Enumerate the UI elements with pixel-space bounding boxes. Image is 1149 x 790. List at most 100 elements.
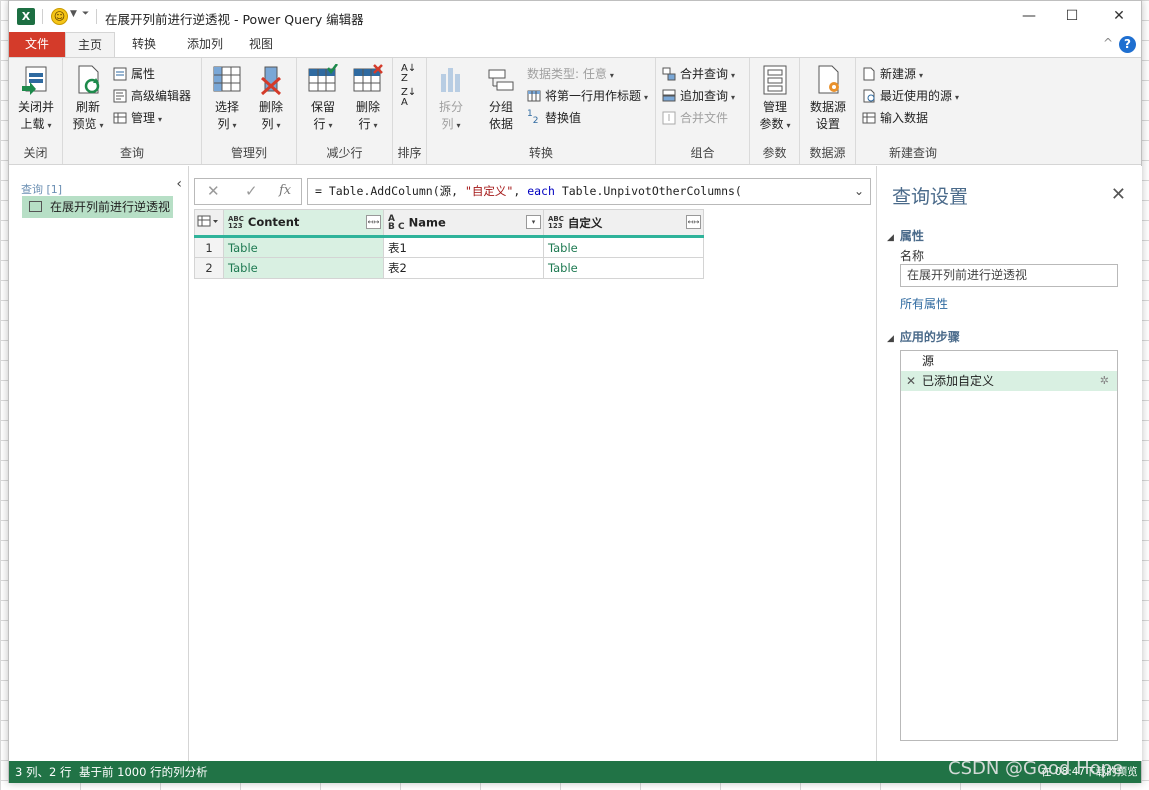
- applied-steps-title[interactable]: ◢ 应用的步骤: [887, 328, 960, 345]
- cell-content[interactable]: Table: [223, 236, 384, 258]
- table-menu-button[interactable]: [194, 209, 224, 238]
- table-icon: [29, 201, 42, 212]
- group-close: 关闭并 上载 ▾ 关闭: [9, 58, 63, 164]
- split-column-button[interactable]: 拆分 列 ▾: [433, 64, 469, 134]
- cell-name[interactable]: 表2: [383, 257, 544, 279]
- sort-descending-button[interactable]: Z↓ A: [401, 88, 416, 108]
- tab-home[interactable]: 主页: [65, 32, 115, 57]
- table-header-icon: [527, 89, 542, 103]
- cell-custom[interactable]: Table: [543, 236, 704, 258]
- collapse-pane-icon[interactable]: ‹: [176, 176, 182, 192]
- manage-parameters-button[interactable]: 管理 参数 ▾: [754, 64, 796, 134]
- delete-step-icon[interactable]: ✕: [906, 371, 916, 391]
- quick-access-customize-icon[interactable]: ⏷: [82, 9, 89, 19]
- sort-ascending-button[interactable]: A↓ Z: [401, 64, 416, 84]
- group-manage-columns: 选择 列 ▾ 删除 列 ▾ 管理列: [202, 58, 297, 164]
- remove-columns-button[interactable]: 删除 列 ▾: [250, 64, 292, 134]
- column-header-content[interactable]: ABC 123 Content ↤↦: [223, 209, 384, 238]
- expand-column-icon[interactable]: ↤↦: [366, 215, 381, 229]
- sort-descending-icon: Z↓ A: [401, 87, 417, 108]
- table-row: 1 Table 表1 Table: [194, 236, 704, 258]
- close-load-icon: [20, 64, 52, 96]
- fx-icon[interactable]: fx: [279, 183, 291, 198]
- close-load-button[interactable]: 关闭并 上载 ▾: [13, 64, 59, 134]
- column-header-name[interactable]: AB C Name ▾: [383, 209, 544, 238]
- group-label-parameters: 参数: [762, 146, 787, 160]
- expand-column-icon[interactable]: ↤↦: [686, 215, 701, 229]
- ribbon-tabs: 文件 主页 转换 添加列 视图 ^ ?: [9, 32, 1141, 57]
- group-new-query: 新建源 ▾ 最近使用的源 ▾ 输入数据 新建查询: [856, 58, 970, 164]
- any-type-icon: ABC 123: [228, 214, 244, 230]
- all-properties-link[interactable]: 所有属性: [900, 295, 948, 312]
- cell-custom[interactable]: Table: [543, 257, 704, 279]
- chevron-down-icon[interactable]: ▼: [70, 9, 77, 19]
- query-name-field[interactable]: 在展开列前进行逆透视: [900, 264, 1118, 287]
- use-first-row-header-button[interactable]: 将第一行用作标题 ▾: [527, 86, 648, 106]
- new-source-icon: [862, 67, 877, 81]
- recent-sources-icon: [862, 89, 877, 103]
- data-type-dropdown[interactable]: 数据类型: 任意 ▾: [527, 64, 614, 84]
- properties-section-title[interactable]: ◢ 属性: [887, 227, 924, 244]
- filter-dropdown-icon[interactable]: ▾: [526, 215, 541, 229]
- title-bar: X ☺ ▼ ⏷ 在展开列前进行逆透视 - Power Query 编辑器 — ☐…: [9, 1, 1141, 32]
- data-source-settings-button[interactable]: 数据源 设置: [804, 64, 852, 133]
- advanced-editor-button[interactable]: 高级编辑器: [113, 86, 191, 106]
- properties-button[interactable]: 属性: [113, 64, 155, 84]
- excel-icon: X: [17, 8, 35, 25]
- minimize-button[interactable]: —: [1017, 5, 1041, 27]
- step-item[interactable]: ✕ 已添加自定义 ✲: [901, 371, 1117, 391]
- group-reduce-rows: 保留 行 ▾ 删除 行 ▾ 减少行: [297, 58, 393, 164]
- row-number[interactable]: 1: [194, 236, 224, 258]
- tab-file[interactable]: 文件: [9, 32, 65, 57]
- confirm-formula-icon[interactable]: ✓: [245, 182, 258, 200]
- collapse-ribbon-icon[interactable]: ^: [1103, 36, 1113, 50]
- cell-name[interactable]: 表1: [383, 236, 544, 258]
- new-source-button[interactable]: 新建源 ▾: [862, 64, 923, 84]
- refresh-icon: [72, 64, 104, 96]
- group-by-button[interactable]: 分组 依据: [479, 64, 523, 133]
- append-queries-icon: [662, 89, 677, 103]
- merge-queries-icon: [662, 67, 677, 81]
- remove-rows-button[interactable]: 删除 行 ▾: [347, 64, 389, 134]
- group-label-manage-columns: 管理列: [230, 146, 267, 160]
- help-icon[interactable]: ?: [1119, 36, 1136, 53]
- cancel-formula-icon[interactable]: ✕: [207, 182, 220, 200]
- group-data-source: 数据源 设置 数据源: [800, 58, 856, 164]
- ribbon-home: 关闭并 上载 ▾ 关闭 刷新 预览 ▾ 属性 高级编辑器 管理 ▾ 查询 选择 …: [9, 57, 1141, 165]
- gear-icon[interactable]: ✲: [1100, 371, 1109, 391]
- cell-content[interactable]: Table: [223, 257, 384, 279]
- title-separator: [42, 9, 43, 24]
- properties-icon: [113, 67, 128, 81]
- column-header-custom[interactable]: ABC 123 自定义 ↤↦: [543, 209, 704, 238]
- append-queries-button[interactable]: 追加查询 ▾: [662, 86, 735, 106]
- status-profile[interactable]: 基于前 1000 行的列分析: [79, 761, 208, 783]
- combine-files-button[interactable]: 合并文件: [662, 108, 728, 128]
- data-grid: ABC 123 Content ↤↦ AB C Name ▾ ABC 123 自定义 ↤↦…: [194, 209, 704, 279]
- advanced-editor-icon: [113, 89, 128, 103]
- manage-button[interactable]: 管理 ▾: [113, 108, 162, 128]
- feedback-smiley-icon[interactable]: ☺: [51, 8, 68, 25]
- tab-view[interactable]: 视图: [241, 32, 281, 57]
- merge-queries-button[interactable]: 合并查询 ▾: [662, 64, 735, 84]
- replace-values-button[interactable]: 1 2 替换值: [527, 108, 581, 128]
- query-settings-pane: 查询设置 ✕ ◢ 属性 名称 在展开列前进行逆透视 所有属性 ◢ 应用的步骤 源 ✕…: [876, 166, 1142, 761]
- tab-add-column[interactable]: 添加列: [175, 32, 235, 57]
- step-item[interactable]: 源: [901, 351, 1117, 371]
- enter-data-icon: [862, 111, 877, 125]
- expand-formula-icon[interactable]: ⌄: [854, 179, 864, 204]
- tab-transform[interactable]: 转换: [119, 32, 169, 57]
- recent-sources-button[interactable]: 最近使用的源 ▾: [862, 86, 959, 106]
- power-query-window: X ☺ ▼ ⏷ 在展开列前进行逆透视 - Power Query 编辑器 — ☐…: [8, 0, 1142, 783]
- group-parameters: 管理 参数 ▾ 参数: [750, 58, 800, 164]
- group-label-sort: 排序: [397, 146, 422, 160]
- close-icon[interactable]: ✕: [1111, 184, 1126, 205]
- row-number[interactable]: 2: [194, 257, 224, 279]
- maximize-button[interactable]: ☐: [1060, 5, 1084, 27]
- close-window-button[interactable]: ✕: [1107, 5, 1131, 27]
- refresh-preview-button[interactable]: 刷新 预览 ▾: [67, 64, 109, 134]
- enter-data-button[interactable]: 输入数据: [862, 108, 928, 128]
- keep-rows-button[interactable]: 保留 行 ▾: [303, 63, 343, 134]
- query-item[interactable]: 在展开列前进行逆透视: [22, 196, 173, 218]
- formula-input[interactable]: = Table.AddColumn(源, "自定义", each Table.U…: [307, 178, 871, 205]
- choose-columns-button[interactable]: 选择 列 ▾: [206, 64, 248, 134]
